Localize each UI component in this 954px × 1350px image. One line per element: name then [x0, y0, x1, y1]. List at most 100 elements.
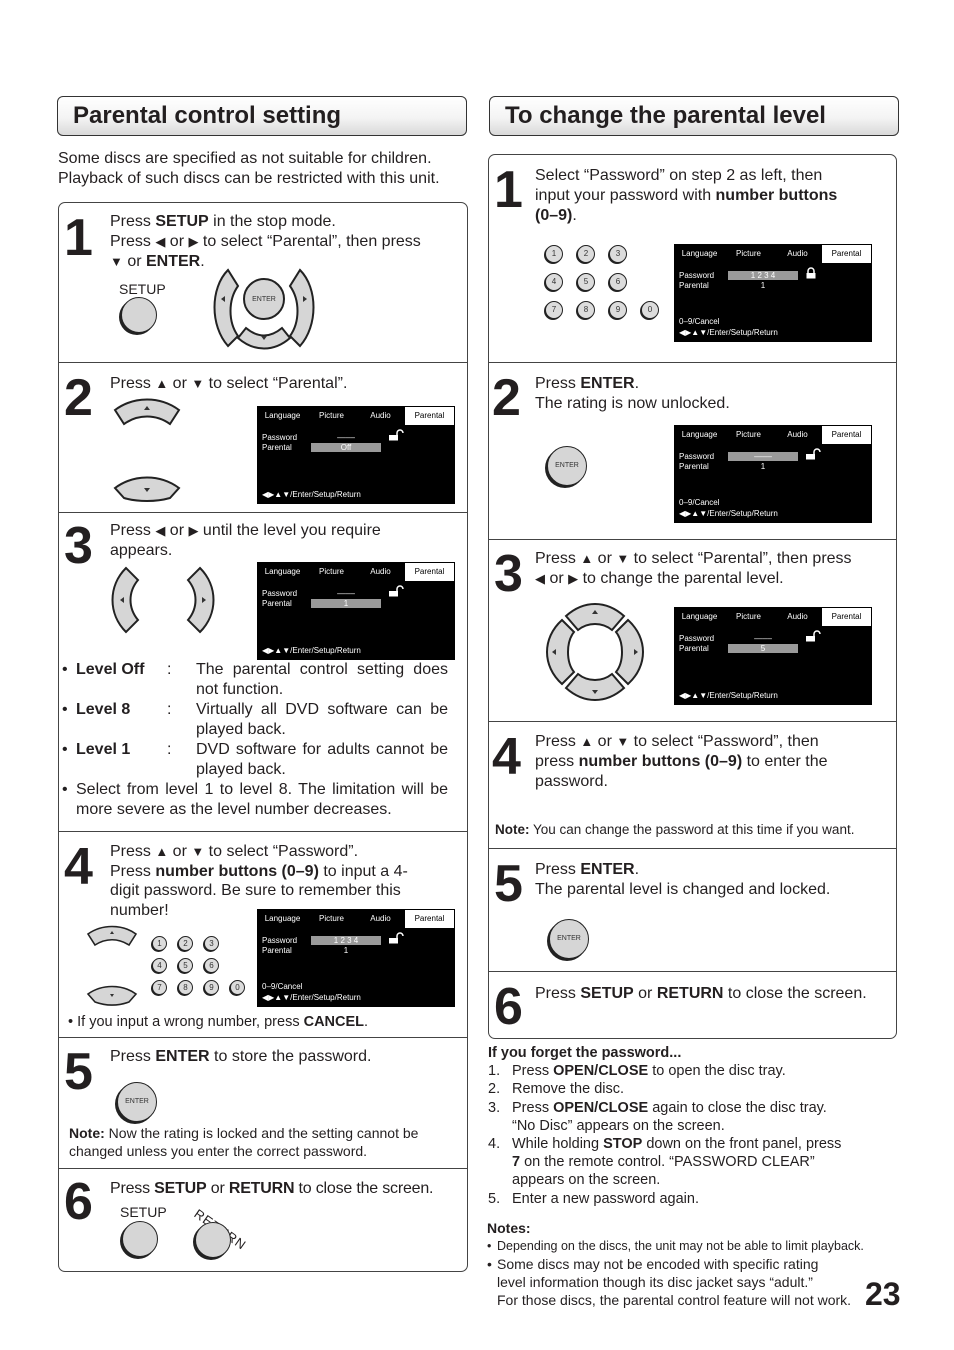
- number-button-7[interactable]: 7: [152, 980, 167, 995]
- bold-text: ENTER: [155, 1048, 210, 1065]
- section-title: To change the parental level: [505, 102, 826, 129]
- osd-parental-label: Parental: [262, 443, 292, 452]
- osd-tab-audio: Audio: [787, 430, 808, 439]
- number-button-2[interactable]: 2: [178, 936, 193, 951]
- text: to select “Parental”, then press: [198, 233, 421, 250]
- number-button-0[interactable]: 0: [641, 301, 659, 319]
- bold-text: SETUP: [155, 213, 209, 230]
- text: Press: [512, 1063, 554, 1080]
- lock-closed-icon: [805, 267, 817, 281]
- section-header-change-parental-level: To change the parental level: [489, 96, 899, 136]
- enter-button[interactable]: ENTER: [117, 1082, 157, 1122]
- text-line: Note: Now the rating is locked and the s…: [69, 1124, 464, 1142]
- right-button-icon[interactable]: [184, 566, 218, 634]
- text: or: [593, 733, 617, 750]
- section-title: Parental control setting: [73, 102, 342, 129]
- osd-tab-language: Language: [264, 914, 301, 923]
- arrow-icon: ▲: [155, 844, 169, 859]
- text: Press: [110, 1048, 156, 1065]
- number-button-4[interactable]: 4: [545, 273, 563, 291]
- text: input your password with: [535, 187, 716, 204]
- text-line: 7 on the remote control. “PASSWORD CLEAR…: [512, 1153, 898, 1171]
- number-button-5[interactable]: 5: [178, 958, 193, 973]
- step-number: 3: [494, 545, 523, 603]
- text: number!: [110, 901, 169, 919]
- osd-tab-audio: Audio: [370, 914, 391, 923]
- dpad-icon[interactable]: [540, 602, 650, 702]
- divider: [58, 1168, 468, 1169]
- up-button-icon[interactable]: [112, 398, 182, 428]
- text: Press: [110, 233, 156, 250]
- notes-section: Notes: • Depending on the discs, the unit…: [487, 1219, 897, 1309]
- bold-text: STOP: [603, 1136, 643, 1153]
- text: to close the screen.: [294, 1180, 434, 1197]
- text: to enter the: [742, 753, 828, 770]
- osd-tabs: Language Picture Audio Parental: [675, 245, 871, 263]
- number-button-8[interactable]: 8: [577, 301, 595, 319]
- up-button-icon[interactable]: [86, 924, 138, 948]
- dpad-left-right-down-icon[interactable]: ENTER: [208, 266, 320, 356]
- number-button-6[interactable]: 6: [609, 273, 627, 291]
- text-line: Press ▲ or ▼ to select “Password”, then: [535, 732, 890, 752]
- osd-parental-label: Parental: [262, 599, 292, 608]
- text: or: [168, 843, 192, 860]
- osd-hint-nav: ◀▶▲▼/Enter/Setup/Return: [679, 691, 778, 700]
- number-button-4[interactable]: 4: [152, 958, 167, 973]
- forget-steps-list: 1. Press OPEN/CLOSE to open the disc tray…: [488, 1062, 898, 1208]
- osd-tab-language: Language: [681, 430, 718, 439]
- osd-hint-nav: ◀▶▲▼/Enter/Setup/Return: [679, 328, 778, 337]
- divider: [58, 512, 468, 513]
- left-button-icon[interactable]: [108, 566, 142, 634]
- number-button-9[interactable]: 9: [609, 301, 627, 319]
- number-button-7[interactable]: 7: [545, 301, 563, 319]
- bold-text: SETUP: [154, 1180, 207, 1197]
- number-button-6[interactable]: 6: [204, 958, 219, 973]
- step-number: 2: [64, 369, 93, 427]
- number-button-9[interactable]: 9: [204, 980, 219, 995]
- text: to store the password.: [209, 1048, 372, 1065]
- enter-button[interactable]: ENTER: [549, 919, 589, 959]
- text: to select “Password”.: [204, 843, 359, 860]
- number-button-5[interactable]: 5: [577, 273, 595, 291]
- osd-tab-audio: Audio: [787, 612, 808, 621]
- number-button-2[interactable]: 2: [577, 245, 595, 263]
- osd-password-value: ––––: [337, 589, 355, 598]
- text: or: [545, 570, 569, 587]
- number-keypad: 123 456 7890: [545, 245, 660, 320]
- enter-button[interactable]: ENTER: [547, 446, 587, 486]
- osd-screen-left-4: Language Picture Audio Parental Password Pare…: [257, 909, 455, 1007]
- bold-text: ENTER: [580, 375, 635, 392]
- osd-parental-value: 1: [760, 462, 766, 471]
- text: or: [633, 985, 657, 1002]
- osd-tab-audio: Audio: [370, 411, 391, 420]
- number-button-3[interactable]: 3: [204, 936, 219, 951]
- divider: [58, 831, 468, 832]
- osd-hint-cancel: 0–9/Cancel: [262, 982, 303, 991]
- osd-screen-right-3: Language Picture Audio Parental Password Pare…: [674, 607, 872, 705]
- down-button-icon[interactable]: [112, 472, 182, 502]
- text: Press: [110, 843, 156, 860]
- text: Select “Password” on step 2 as left, the…: [535, 167, 823, 184]
- bold-text: Note:: [495, 822, 530, 837]
- return-button[interactable]: [195, 1222, 231, 1258]
- osd-tab-parental: Parental: [405, 910, 454, 928]
- number-button-1[interactable]: 1: [545, 245, 563, 263]
- number-button-0[interactable]: 0: [230, 980, 245, 995]
- text: to select “Parental”, then press: [629, 550, 852, 567]
- text: down on the front panel, press: [642, 1136, 842, 1153]
- text-line: Press ◀ or ▶ until the level you require: [110, 521, 440, 541]
- osd-tab-audio: Audio: [787, 249, 808, 258]
- number-button-8[interactable]: 8: [178, 980, 193, 995]
- number-button-1[interactable]: 1: [152, 936, 167, 951]
- osd-parental-value: 1: [343, 946, 349, 955]
- osd-hint-nav: ◀▶▲▼/Enter/Setup/Return: [262, 993, 361, 1002]
- osd-tabs: Language Picture Audio Parental: [258, 407, 454, 425]
- text-line: Press ◀ or ▶ to select “Parental”, then …: [110, 232, 460, 252]
- arrow-icon: ◀: [155, 234, 166, 249]
- setup-button[interactable]: [122, 1221, 158, 1257]
- down-button-icon[interactable]: [86, 982, 138, 1006]
- number-button-3[interactable]: 3: [609, 245, 627, 263]
- bold-text: OPEN/CLOSE: [553, 1063, 649, 1080]
- setup-button[interactable]: [121, 297, 157, 333]
- forget-step: 3. Press OPEN/CLOSE again to close the di…: [488, 1099, 898, 1135]
